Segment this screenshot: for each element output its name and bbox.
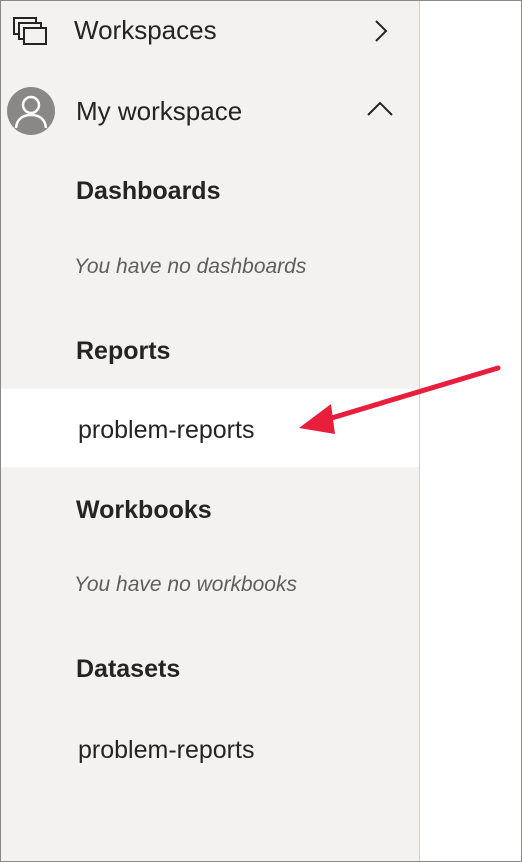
- nav-item-my-workspace[interactable]: My workspace: [1, 81, 419, 143]
- app-window: Workspaces My workspace Dashboards You h…: [0, 0, 522, 862]
- nav-item-label: My workspace: [76, 96, 243, 126]
- datasets-item-problem-reports[interactable]: problem-reports: [1, 709, 419, 787]
- annotation-arrow: [299, 365, 501, 434]
- list-item-label: problem-reports: [78, 736, 255, 764]
- section-heading-reports: Reports: [76, 337, 171, 365]
- section-heading-workbooks: Workbooks: [76, 496, 212, 524]
- section-heading-dashboards: Dashboards: [76, 177, 221, 205]
- list-item-label: problem-reports: [78, 416, 255, 444]
- section-heading-datasets: Datasets: [76, 655, 181, 683]
- avatar-icon: [7, 87, 55, 135]
- nav-item-workspaces[interactable]: Workspaces: [1, 1, 419, 63]
- workspaces-icon: [13, 17, 47, 47]
- empty-state-workbooks: You have no workbooks: [74, 573, 297, 596]
- empty-state-dashboards: You have no dashboards: [74, 255, 307, 278]
- chevron-up-icon[interactable]: [367, 101, 393, 125]
- chevron-right-icon[interactable]: [369, 19, 393, 43]
- nav-item-label: Workspaces: [74, 15, 217, 45]
